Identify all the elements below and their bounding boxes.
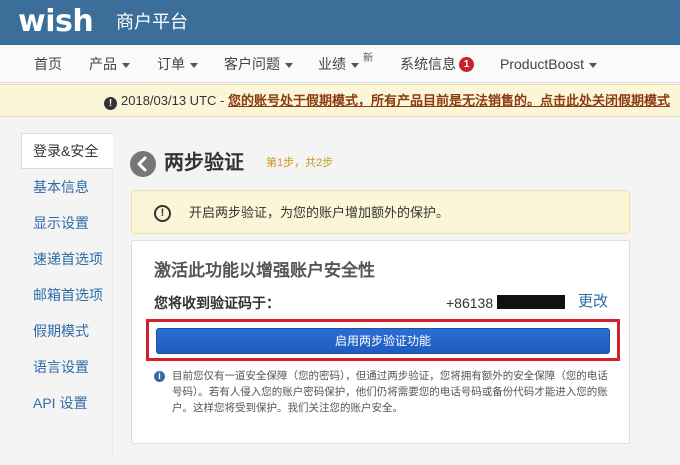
- nav-customer-issues-label: 客户问题: [224, 56, 280, 72]
- nav-performance-label: 业绩: [318, 56, 346, 72]
- chevron-down-icon: [285, 62, 293, 68]
- info-alert: ! 开启两步验证，为您的账户增加额外的保护。: [131, 190, 630, 234]
- notification-badge: 1: [459, 57, 474, 72]
- phone-number: +86138: [446, 295, 494, 311]
- chevron-left-icon: [137, 156, 147, 172]
- wish-logo[interactable]: wish: [18, 3, 94, 41]
- step-indicator: 第1步，共2步: [266, 157, 334, 169]
- sidebar-item-login-security[interactable]: 登录&安全: [21, 133, 113, 169]
- nav-customer-issues[interactable]: 客户问题: [224, 45, 293, 83]
- info-text: 开启两步验证，为您的账户增加额外的保护。: [189, 205, 450, 220]
- sidebar-item-email[interactable]: 邮箱首选项: [21, 277, 113, 313]
- sidebar-item-shipping[interactable]: 速递首选项: [21, 241, 113, 277]
- nav-orders-label: 订单: [157, 56, 185, 72]
- warning-icon: !: [104, 97, 117, 110]
- back-button[interactable]: [130, 151, 156, 177]
- main-nav: 首页 产品 订单 客户问题 业绩 新 系统信息 1 ProductBoost: [0, 45, 680, 83]
- sidebar-item-display[interactable]: 显示设置: [21, 205, 113, 241]
- banner-content: ! 2018/03/13 UTC - 您的账号处于假期模式，所有产品目前是无法销售…: [104, 85, 670, 116]
- phone-redaction: [497, 295, 565, 309]
- nav-productboost[interactable]: ProductBoost: [500, 45, 598, 83]
- vacation-banner: ! 2018/03/13 UTC - 您的账号处于假期模式，所有产品目前是无法销售…: [0, 84, 680, 117]
- info-icon: i: [154, 371, 165, 382]
- sidebar-divider: [112, 168, 113, 458]
- vacation-mode-link[interactable]: 您的账号处于假期模式，所有产品目前是无法销售的。点击此处关闭假期模式: [228, 93, 670, 108]
- chevron-down-icon: [589, 62, 598, 68]
- security-note: 目前您仅有一道安全保障（您的密码），但通过两步验证，您将拥有额外的安全保障（您的…: [172, 370, 608, 414]
- platform-title: 商户平台: [116, 12, 188, 32]
- exclamation-icon: !: [154, 205, 171, 222]
- sidebar-item-language[interactable]: 语言设置: [21, 349, 113, 385]
- chevron-down-icon: [122, 62, 130, 68]
- nav-system-info-label: 系统信息: [400, 56, 456, 72]
- page-title: 两步验证: [164, 152, 244, 174]
- sidebar-item-api[interactable]: API 设置: [21, 385, 113, 421]
- chevron-down-icon: [190, 62, 198, 68]
- sidebar-item-vacation[interactable]: 假期模式: [21, 313, 113, 349]
- nav-system-info[interactable]: 系统信息 1: [400, 45, 474, 83]
- banner-date: 2018/03/13 UTC -: [121, 93, 228, 108]
- highlight-box: 启用两步验证功能: [146, 319, 620, 361]
- nav-performance[interactable]: 业绩 新: [318, 45, 373, 83]
- enable-two-step-button[interactable]: 启用两步验证功能: [156, 328, 610, 354]
- nav-orders[interactable]: 订单: [157, 45, 198, 83]
- new-badge: 新: [363, 53, 373, 64]
- settings-sidebar: 登录&安全 基本信息 显示设置 速递首选项 邮箱首选项 假期模式 语言设置 AP…: [21, 133, 113, 421]
- change-phone-link[interactable]: 更改: [578, 292, 608, 312]
- activation-card: 激活此功能以增强账户安全性 您将收到验证码于： +86138 更改 启用两步验证…: [131, 240, 630, 444]
- nav-home[interactable]: 首页: [34, 45, 62, 83]
- top-header: wish 商户平台: [0, 0, 680, 45]
- nav-products[interactable]: 产品: [89, 45, 130, 83]
- nav-productboost-label: ProductBoost: [500, 56, 585, 72]
- code-label: 您将收到验证码于：: [154, 295, 280, 311]
- chevron-down-icon: [351, 62, 359, 68]
- card-title: 激活此功能以增强账户安全性: [154, 261, 375, 280]
- sidebar-item-basic-info[interactable]: 基本信息: [21, 169, 113, 205]
- nav-home-label: 首页: [34, 56, 62, 72]
- nav-products-label: 产品: [89, 56, 117, 72]
